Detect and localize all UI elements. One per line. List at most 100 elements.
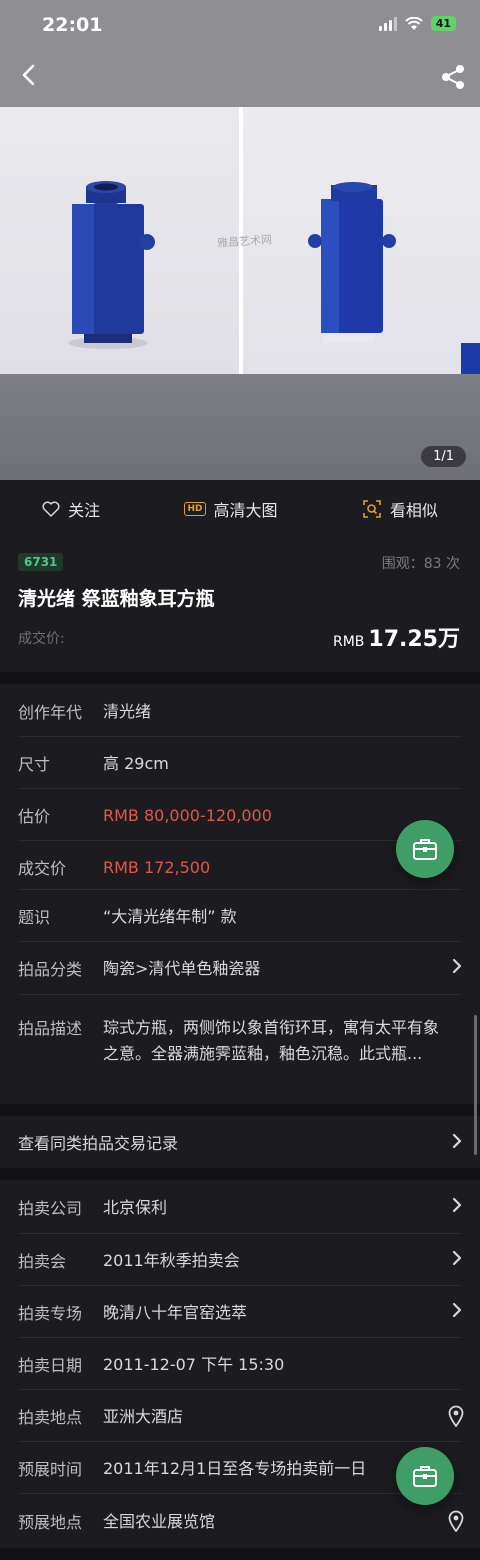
vase-photo-right: 雅昌艺术网 <box>217 107 480 374</box>
detail-key: 尺寸 <box>18 755 51 774</box>
divider <box>18 1493 462 1494</box>
detail-row-estimate: 估价 RMB 80,000-120,000 <box>18 803 462 829</box>
detail-key: 预展时间 <box>18 1460 83 1479</box>
bottom-band <box>0 1548 480 1560</box>
floating-briefcase-button[interactable] <box>396 820 454 878</box>
blue-vase-right-image <box>308 182 480 374</box>
scroll-indicator <box>474 1015 477 1155</box>
detail-key: 估价 <box>18 807 51 826</box>
section-separator <box>0 672 480 684</box>
auction-row-company[interactable]: 拍卖公司 北京保利 <box>18 1195 462 1221</box>
divider <box>18 1441 462 1442</box>
detail-key: 拍卖会 <box>18 1252 67 1271</box>
chevron-right-icon <box>452 1197 462 1213</box>
detail-row-inscription: 题识 “大清光绪年制” 款 <box>18 904 462 930</box>
divider <box>18 941 462 942</box>
hd-image-button[interactable]: HD 高清大图 <box>184 497 278 521</box>
image-page-counter: 1/1 <box>421 446 466 467</box>
signal-icon <box>378 16 397 31</box>
auction-row-venue[interactable]: 拍卖地点 亚洲大酒店 <box>18 1404 464 1430</box>
section-separator <box>0 1168 480 1180</box>
detail-value-description: 琮式方瓶，两侧饰以象首衔环耳，寓有太平有象之意。全器满施霁蓝釉，釉色沉稳。此式瓶… <box>103 1018 440 1063</box>
detail-key: 创作年代 <box>18 703 83 722</box>
detail-value: 2011年秋季拍卖会 <box>103 1251 240 1270</box>
lot-title: 清光绪 祭蓝釉象耳方瓶 <box>18 588 215 610</box>
detail-key: 拍卖专场 <box>18 1304 83 1323</box>
detail-key: 拍卖日期 <box>18 1356 83 1375</box>
detail-row-size: 尺寸 高 29cm <box>18 751 462 777</box>
divider <box>18 788 462 789</box>
hd-icon: HD <box>184 502 206 516</box>
detail-row-category[interactable]: 拍品分类 陶瓷>清代单色釉瓷器 <box>18 956 462 982</box>
auction-row-date: 拍卖日期 2011-12-07 下午 15:30 <box>18 1352 462 1378</box>
detail-value: 亚洲大酒店 <box>103 1407 184 1426</box>
product-photo[interactable]: 雅昌艺术网 <box>0 107 480 374</box>
detail-value: 2011-12-07 下午 15:30 <box>103 1355 285 1374</box>
back-icon[interactable] <box>14 60 44 90</box>
section-separator <box>0 1104 480 1116</box>
divider <box>18 1389 462 1390</box>
detail-key: 预展地点 <box>18 1513 83 1532</box>
price-currency: RMB <box>332 634 365 650</box>
records-link-label: 查看同类拍品交易记录 <box>18 1134 179 1153</box>
detail-value: “大清光绪年制” 款 <box>103 907 237 926</box>
detail-row-sold-price: 成交价 RMB 172,500 <box>18 855 462 881</box>
follow-label: 关注 <box>68 501 101 520</box>
sold-price: RMB 17.25万 <box>333 621 460 653</box>
detail-key: 拍卖公司 <box>18 1199 83 1218</box>
vase-photo-left <box>0 107 239 374</box>
divider <box>18 1285 462 1286</box>
detail-key: 拍品描述 <box>18 1019 83 1038</box>
wifi-icon <box>404 16 423 30</box>
status-icons: 41 <box>378 16 456 31</box>
similar-button[interactable]: 看相似 <box>362 497 438 521</box>
follow-button[interactable]: 关注 <box>42 497 100 521</box>
chevron-right-icon <box>452 1302 462 1318</box>
price-amount: 17.25万 <box>368 627 460 652</box>
lot-number-badge: 6731 <box>18 553 64 571</box>
image-bottom-band <box>0 374 480 480</box>
blue-vase-left-image <box>68 181 155 349</box>
chevron-right-icon <box>452 1133 462 1149</box>
scan-search-icon <box>363 500 381 518</box>
briefcase-icon <box>413 839 437 860</box>
battery-icon: 41 <box>430 16 456 31</box>
chevron-right-icon <box>452 958 462 974</box>
detail-key: 题识 <box>18 908 51 927</box>
chevron-right-icon <box>452 1250 462 1266</box>
divider <box>18 1337 462 1338</box>
floating-briefcase-button-bottom[interactable] <box>396 1447 454 1505</box>
divider <box>18 889 462 890</box>
detail-value: 清光绪 <box>103 702 152 721</box>
auction-row-preview-venue[interactable]: 预展地点 全国农业展览馆 <box>18 1509 464 1535</box>
detail-value: 高 29cm <box>103 754 169 773</box>
share-icon[interactable] <box>438 62 468 92</box>
detail-row-description: 拍品描述 琮式方瓶，两侧饰以象首衔环耳，寓有太平有象之意。全器满施霁蓝釉，釉色沉… <box>18 1015 462 1067</box>
divider <box>18 736 462 737</box>
location-pin-icon <box>448 1510 464 1532</box>
divider <box>18 994 462 995</box>
detail-row-era: 创作年代 清光绪 <box>18 699 462 725</box>
auction-row-session[interactable]: 拍卖专场 晚清八十年官窑选萃 <box>18 1300 462 1326</box>
action-bar: 关注 HD 高清大图 看相似 <box>0 480 480 538</box>
location-pin-icon <box>448 1405 464 1427</box>
status-time: 22:01 <box>42 14 103 36</box>
detail-value: 北京保利 <box>103 1198 168 1217</box>
divider <box>18 840 462 841</box>
detail-key: 拍卖地点 <box>18 1408 83 1427</box>
detail-value: 全国农业展览馆 <box>103 1512 216 1531</box>
product-image-gallery[interactable]: 雅昌艺术网 <box>0 0 480 480</box>
view-count: 围观：83 次 <box>381 556 460 572</box>
detail-key: 拍品分类 <box>18 960 83 979</box>
sold-price-label: 成交价: <box>18 631 65 647</box>
detail-key: 成交价 <box>18 859 67 878</box>
detail-value: 陶瓷>清代单色釉瓷器 <box>103 959 261 978</box>
heart-icon <box>42 501 60 517</box>
hd-image-label: 高清大图 <box>213 501 278 520</box>
briefcase-icon <box>413 1466 437 1487</box>
divider <box>18 1233 462 1234</box>
auction-row-sale[interactable]: 拍卖会 2011年秋季拍卖会 <box>18 1248 462 1274</box>
records-link[interactable]: 查看同类拍品交易记录 <box>18 1131 462 1157</box>
detail-value: 晚清八十年官窑选萃 <box>103 1303 248 1322</box>
similar-label: 看相似 <box>389 501 438 520</box>
